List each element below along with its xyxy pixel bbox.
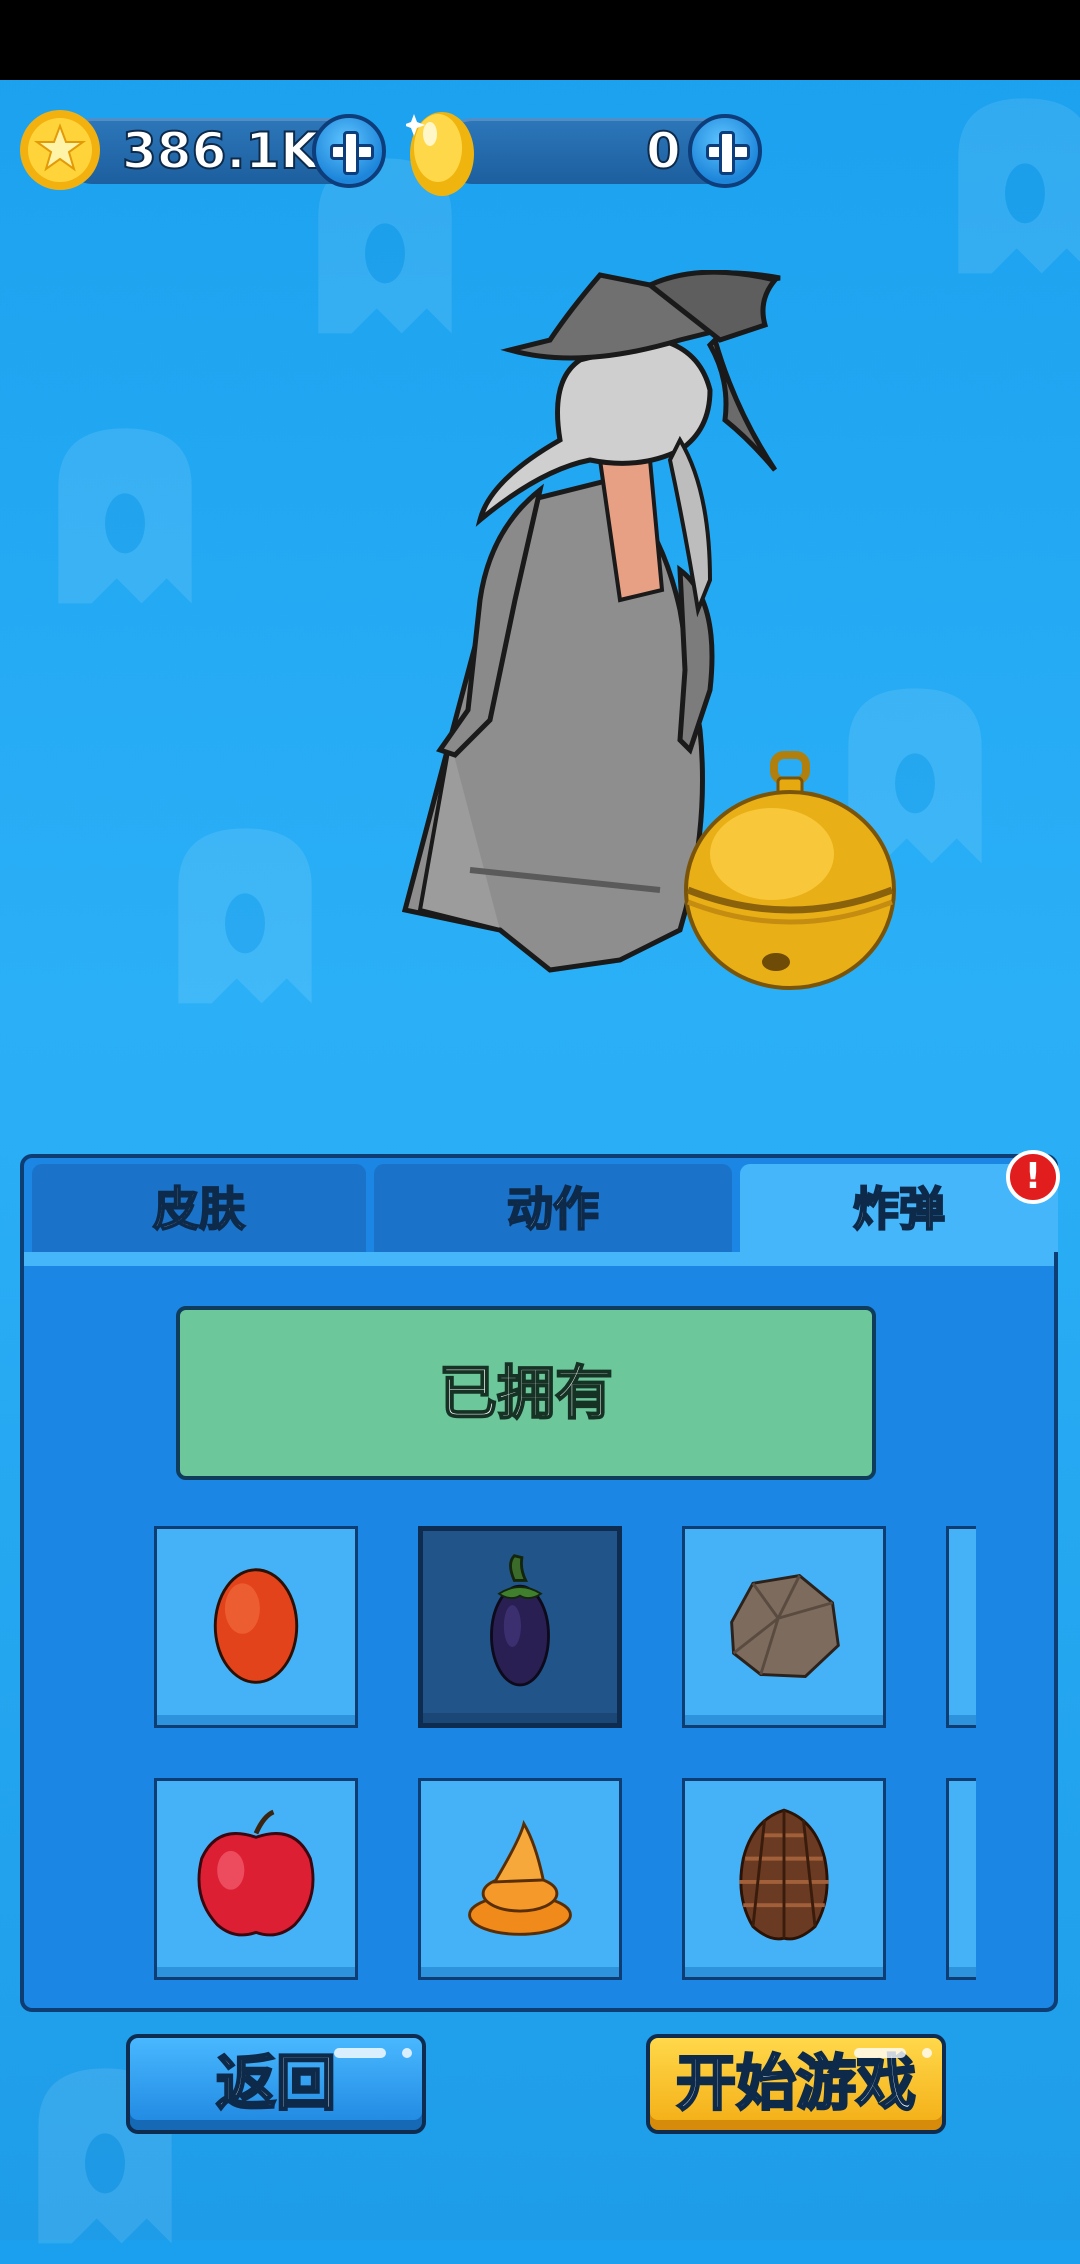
start-game-button-label: 开始游戏 <box>675 2048 918 2121</box>
eggplant-icon <box>490 1554 550 1687</box>
item-slot-pinecone[interactable] <box>682 1778 886 1980</box>
item-slot-egg[interactable] <box>154 1526 358 1728</box>
category-tabs: 皮肤 动作 炸弹 <box>24 1158 1058 1266</box>
item-slot-eggplant[interactable] <box>418 1526 622 1728</box>
pinecone-icon <box>739 1808 829 1941</box>
tab-actions[interactable]: 动作 <box>374 1164 732 1252</box>
notification-badge-text: ! <box>1024 1156 1042 1197</box>
status-bar <box>0 0 1080 80</box>
item-slot-rock[interactable] <box>682 1526 886 1728</box>
coin-amount: 386.1K <box>121 121 320 181</box>
rock-icon <box>730 1574 840 1678</box>
button-shine-dot <box>922 2048 932 2058</box>
poop-icon <box>468 1819 572 1936</box>
coin-icon <box>18 108 102 192</box>
ghost-pattern-icon <box>940 90 1080 290</box>
item-slot-apple[interactable] <box>154 1778 358 1980</box>
item-panel: 皮肤 动作 炸弹 已拥有 <box>20 1154 1058 2012</box>
egg-icon <box>213 1568 299 1684</box>
item-slot-partial[interactable] <box>946 1778 976 1980</box>
owned-status-button[interactable]: 已拥有 <box>176 1306 876 1480</box>
back-button[interactable]: 返回 <box>126 2034 426 2134</box>
ghost-pattern-icon <box>160 820 330 1020</box>
apple-icon <box>197 1809 315 1937</box>
ghost-pattern-icon <box>40 420 210 620</box>
back-button-label: 返回 <box>215 2048 338 2121</box>
button-shine <box>854 2048 906 2058</box>
character-preview <box>380 269 920 1010</box>
gem-amount: 0 <box>645 121 682 181</box>
item-slot-partial[interactable] <box>946 1526 976 1728</box>
tab-underline <box>24 1252 1054 1266</box>
tab-skins[interactable]: 皮肤 <box>32 1164 366 1252</box>
golden-egg-icon <box>403 104 478 198</box>
start-game-button[interactable]: 开始游戏 <box>646 2034 946 2134</box>
button-shine-dot <box>402 2048 412 2058</box>
add-coins-button[interactable] <box>312 114 386 188</box>
golden-bell-bomb-icon <box>684 751 896 990</box>
notification-badge-icon: ! <box>1006 1150 1060 1204</box>
add-gems-button[interactable] <box>688 114 762 188</box>
button-shine <box>334 2048 386 2058</box>
item-slot-poop[interactable] <box>418 1778 622 1980</box>
